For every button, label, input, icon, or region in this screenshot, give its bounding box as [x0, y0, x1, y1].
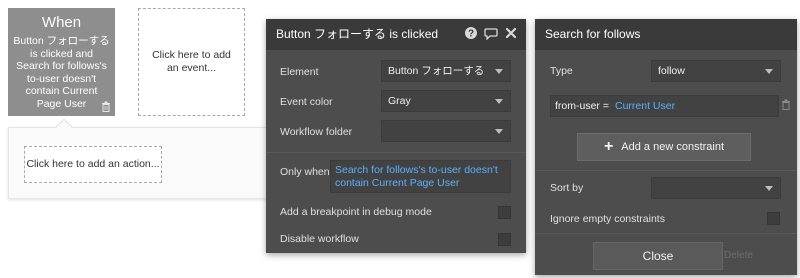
- workflow-panel-title: Button フォローする is clicked: [276, 27, 439, 41]
- only-when-label: Only when: [280, 166, 330, 178]
- close-button-label: Close: [642, 249, 674, 263]
- ignore-empty-label: Ignore empty constraints: [550, 213, 665, 225]
- sort-by-label: Sort by: [550, 182, 584, 194]
- chevron-down-icon: [765, 186, 773, 191]
- type-label: Type: [550, 65, 573, 77]
- chevron-down-icon: [495, 69, 503, 74]
- chevron-down-icon: [495, 129, 503, 134]
- delete-button[interactable]: Delete: [724, 250, 753, 261]
- constraint-value: Current User: [614, 100, 676, 112]
- constraint-expression: from-user = Current User: [555, 96, 675, 116]
- breakpoint-checkbox[interactable]: [498, 206, 511, 219]
- constraint-row[interactable]: from-user = Current User: [550, 95, 779, 117]
- type-select[interactable]: follow: [651, 60, 781, 82]
- trash-icon[interactable]: [781, 99, 791, 113]
- plus-icon: +: [603, 138, 614, 155]
- sort-by-select[interactable]: [651, 177, 781, 199]
- element-select-value: Button フォローする: [388, 65, 485, 77]
- event-color-label: Event color: [280, 96, 333, 108]
- search-panel-header: Search for follows: [535, 19, 797, 50]
- divider: [535, 233, 797, 234]
- trash-icon[interactable]: [101, 101, 111, 112]
- event-color-select[interactable]: Gray: [381, 90, 511, 112]
- divider: [266, 152, 526, 153]
- add-constraint-button[interactable]: + Add a new constraint: [577, 133, 751, 161]
- close-icon[interactable]: [504, 26, 518, 40]
- search-panel-title: Search for follows: [545, 27, 641, 41]
- workflow-panel-header: Button フォローする is clicked ?: [266, 19, 526, 50]
- chevron-down-icon: [765, 69, 773, 74]
- workflow-folder-label: Workflow folder: [280, 126, 353, 138]
- disable-workflow-label: Disable workflow: [280, 233, 359, 245]
- event-card-title: When: [41, 14, 82, 31]
- add-constraint-label: Add a new constraint: [621, 141, 725, 153]
- comment-icon[interactable]: [484, 26, 498, 40]
- event-color-select-value: Gray: [388, 95, 411, 107]
- search-panel: Search for follows Type follow from-user…: [535, 19, 797, 275]
- divider: [535, 170, 797, 171]
- ignore-empty-checkbox[interactable]: [767, 212, 780, 225]
- breakpoint-label: Add a breakpoint in debug mode: [280, 206, 432, 218]
- add-event-button[interactable]: Click here to add an event...: [138, 8, 245, 116]
- type-select-value: follow: [658, 65, 685, 77]
- add-event-label: Click here to add an event...: [152, 49, 231, 74]
- chevron-down-icon: [495, 99, 503, 104]
- add-action-label: Click here to add an action...: [26, 158, 160, 170]
- constraint-field: from-user =: [555, 100, 609, 112]
- workflow-event-panel: Button フォローする is clicked ? Element Butto…: [266, 19, 526, 253]
- add-action-button[interactable]: Click here to add an action...: [24, 146, 162, 183]
- disable-workflow-checkbox[interactable]: [498, 233, 511, 246]
- close-button[interactable]: Close: [593, 242, 723, 270]
- element-select[interactable]: Button フォローする: [381, 60, 511, 82]
- element-label: Element: [280, 66, 319, 78]
- workflow-folder-select[interactable]: [381, 120, 511, 142]
- only-when-expression[interactable]: Search for follows's to-user doesn't con…: [330, 160, 511, 193]
- event-card-description: Button フォローする is clicked and Search for …: [13, 35, 110, 110]
- only-when-expression-text: Search for follows's to-user doesn't con…: [335, 164, 498, 189]
- event-card[interactable]: When Button フォローする is clicked and Search…: [8, 8, 115, 116]
- help-icon[interactable]: ?: [464, 26, 478, 40]
- svg-text:?: ?: [468, 29, 474, 40]
